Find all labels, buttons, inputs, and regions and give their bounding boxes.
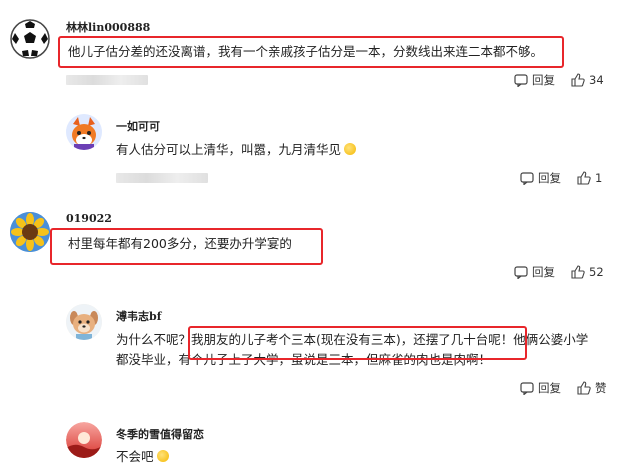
- avatar-cartoon-dog[interactable]: [66, 304, 102, 340]
- reply-button[interactable]: 回复: [514, 264, 555, 280]
- comment-actions: 回复 1: [520, 170, 602, 186]
- reply-label: 回复: [532, 73, 555, 87]
- reply-label: 回复: [532, 265, 555, 279]
- like-button[interactable]: 赞: [577, 380, 607, 396]
- username[interactable]: 一如可可: [116, 118, 160, 134]
- comment-text-part-c: 他俩公婆小学: [513, 332, 589, 347]
- like-count: 1: [595, 171, 603, 185]
- comment-icon: [514, 265, 528, 279]
- avatar-sunflower[interactable]: [10, 212, 50, 252]
- comment-icon: [520, 381, 534, 395]
- comment-actions: 回复 52: [514, 264, 604, 280]
- comment-text: 为什么不呢？我朋友的儿子考个三本(现在没有三本)，还摆了几十台呢！他俩公婆小学: [116, 329, 588, 351]
- reply-label: 回复: [538, 381, 561, 395]
- comment-text-body: 有人估分可以上清华，叫嚣，九月清华见: [116, 142, 342, 157]
- like-count: 34: [589, 73, 604, 87]
- comment-2: 一如可可 有人估分可以上清华，叫嚣，九月清华见 回复 1: [0, 100, 640, 200]
- reply-button[interactable]: 回复: [514, 72, 555, 88]
- comment-text: 村里每年都有200多分，还要办升学宴的: [68, 236, 292, 251]
- reply-button[interactable]: 回复: [520, 380, 561, 396]
- comment-text-part-a: 为什么不呢？: [116, 332, 192, 347]
- comment-text-line2: 都没毕业，有个儿子上了大学，虽说是三本，但麻雀的肉也是肉啊！: [116, 352, 492, 367]
- like-count: 52: [589, 265, 604, 279]
- username[interactable]: 林林lin000888: [66, 19, 150, 35]
- reply-label: 回复: [538, 171, 561, 185]
- like-button[interactable]: 52: [571, 265, 604, 279]
- comment-text-part-b: 我朋友的儿子考个三本(现在没有三本)，还摆了几十台呢！: [191, 332, 514, 347]
- comment-icon: [520, 171, 534, 185]
- username[interactable]: 冬季的雪值得留恋: [116, 426, 204, 442]
- comment-text: 有人估分可以上清华，叫嚣，九月清华见: [116, 139, 357, 161]
- comment-actions: 回复 赞: [520, 380, 607, 396]
- like-button[interactable]: 1: [577, 171, 602, 185]
- comment-meta: [66, 75, 148, 85]
- username[interactable]: 019022: [66, 212, 112, 225]
- comment-text: 不会吧: [116, 446, 169, 468]
- comment-icon: [514, 73, 528, 87]
- comment-text: 他儿子估分差的还没离谱，我有一个亲戚孩子估分是一本，分数线出来连二本都不够。: [68, 44, 544, 59]
- surprised-emoji-icon: [156, 450, 169, 462]
- avatar-soccer-ball[interactable]: [10, 19, 50, 59]
- reply-button[interactable]: 回复: [520, 170, 561, 186]
- comment-1: 林林lin000888 他儿子估分差的还没离谱，我有一个亲戚孩子估分是一本，分数…: [0, 0, 640, 100]
- username[interactable]: 溥韦志bf: [116, 308, 161, 324]
- comment-3: 019022 村里每年都有200多分，还要办升学宴的 回复 52: [0, 200, 640, 290]
- comment-5: 冬季的雪值得留恋 不会吧: [0, 410, 640, 471]
- like-label: 赞: [595, 381, 607, 395]
- comment-4: 溥韦志bf 为什么不呢？我朋友的儿子考个三本(现在没有三本)，还摆了几十台呢！他…: [0, 290, 640, 410]
- comment-text-body: 不会吧: [116, 449, 154, 464]
- thumbs-up-icon: [577, 171, 591, 185]
- like-button[interactable]: 34: [571, 73, 604, 87]
- avatar-cartoon-fox[interactable]: [66, 114, 102, 150]
- thumbs-up-icon: [577, 381, 591, 395]
- thumbs-up-icon: [571, 265, 585, 279]
- comment-meta: [116, 173, 208, 183]
- laughing-emoji-icon: [344, 143, 357, 155]
- avatar-red-sunset[interactable]: [66, 422, 102, 458]
- comment-actions: 回复 34: [514, 72, 604, 88]
- thumbs-up-icon: [571, 73, 585, 87]
